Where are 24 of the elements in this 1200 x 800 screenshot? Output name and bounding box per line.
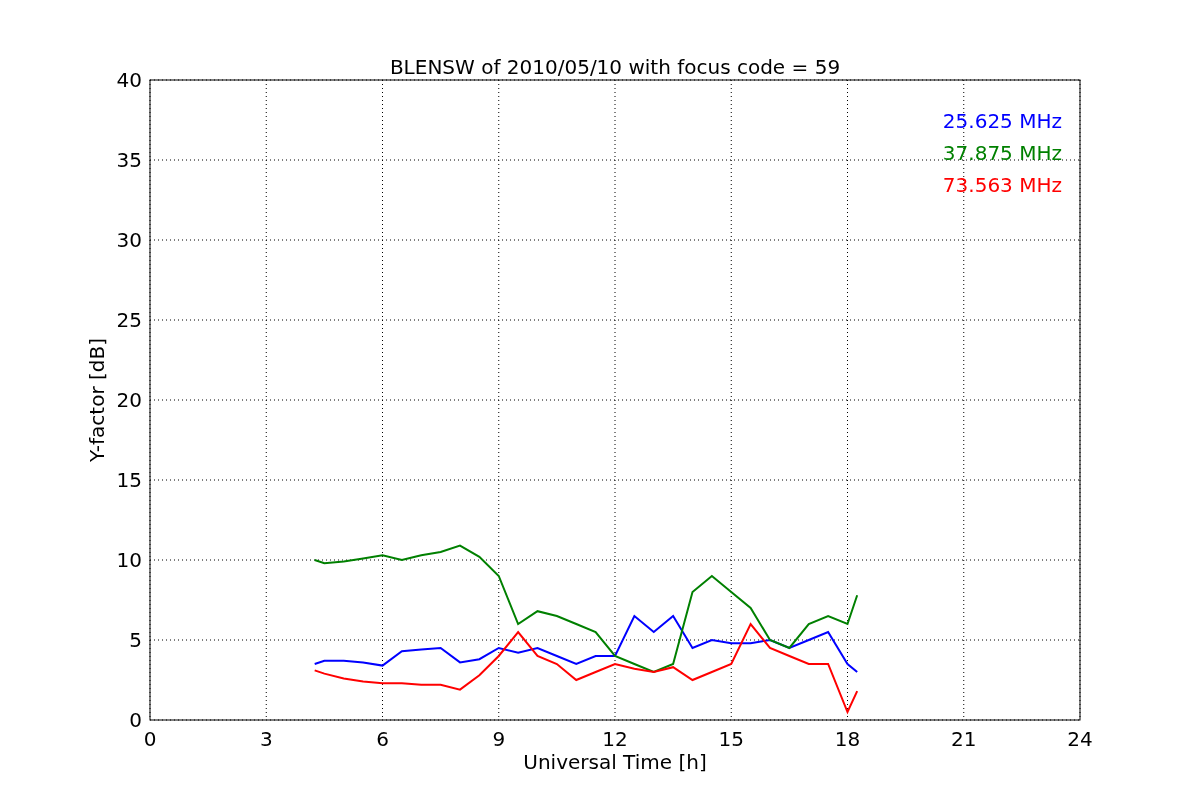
legend-label: 37.875 MHz xyxy=(942,141,1062,165)
x-tick-label: 9 xyxy=(492,727,506,751)
y-tick-label: 20 xyxy=(116,388,142,412)
y-tick-label: 35 xyxy=(116,148,142,172)
x-axis-label: Universal Time [h] xyxy=(523,750,707,774)
x-tick-label: 15 xyxy=(718,727,744,751)
x-tick-label: 3 xyxy=(259,727,273,751)
y-tick-label: 5 xyxy=(129,628,142,652)
y-tick-label: 25 xyxy=(116,308,142,332)
x-tick-label: 0 xyxy=(143,727,157,751)
x-tick-label: 24 xyxy=(1067,727,1093,751)
y-tick-label: 0 xyxy=(129,708,142,732)
x-tick-label: 6 xyxy=(376,727,389,751)
y-tick-label: 30 xyxy=(116,228,142,252)
y-axis-label: Y-factor [dB] xyxy=(85,338,109,462)
chart-title: BLENSW of 2010/05/10 with focus code = 59 xyxy=(389,55,841,79)
x-tick-label: 18 xyxy=(834,727,861,751)
y-tick-label: 10 xyxy=(116,548,142,572)
legend-label: 25.625 MHz xyxy=(942,109,1062,133)
legend-label: 73.563 MHz xyxy=(942,173,1062,197)
y-tick-label: 40 xyxy=(116,68,142,92)
x-tick-label: 21 xyxy=(951,727,977,751)
x-tick-label: 12 xyxy=(602,727,628,751)
y-tick-label: 15 xyxy=(116,468,142,492)
